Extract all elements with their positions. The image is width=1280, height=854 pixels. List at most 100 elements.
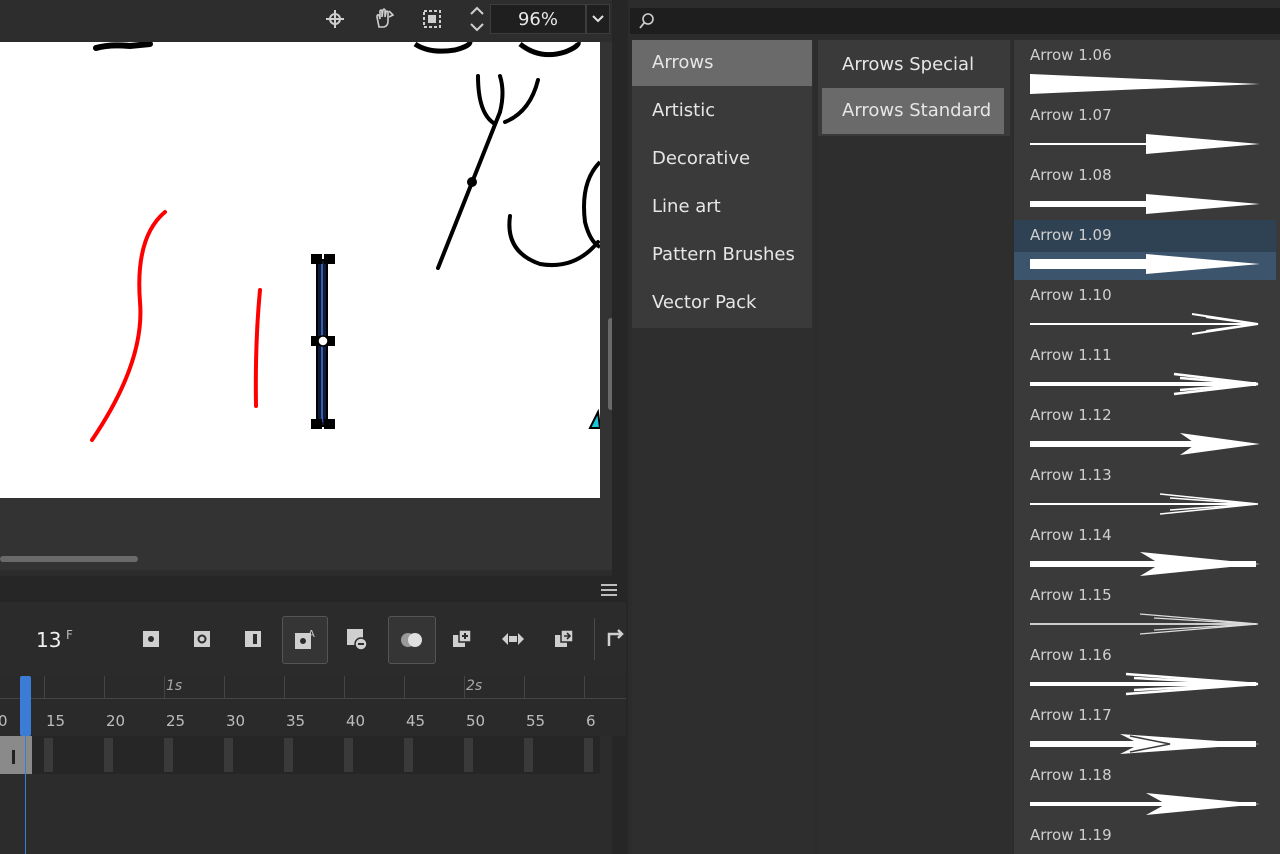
panel-menu-icon[interactable]: [600, 582, 618, 601]
center-stage-icon[interactable]: [322, 6, 348, 32]
clip-content-icon[interactable]: [419, 6, 445, 32]
insert-keyframe-button[interactable]: [136, 622, 166, 656]
search-icon: [638, 12, 656, 34]
brush-preview: [1014, 252, 1276, 280]
brush-item-label: Arrow 1.18: [1030, 766, 1112, 784]
keyframe-span[interactable]: [0, 736, 32, 774]
category-pattern-brushes[interactable]: Pattern Brushes: [632, 232, 812, 278]
brush-item[interactable]: Arrow 1.10: [1014, 280, 1276, 340]
category-vector-pack[interactable]: Vector Pack: [632, 280, 812, 326]
loop-icon[interactable]: [604, 622, 626, 656]
frame-tick-label: 40: [346, 712, 366, 730]
frame-tick-label: 15: [46, 712, 66, 730]
frame-tick-label: 25: [166, 712, 186, 730]
playhead[interactable]: [20, 676, 31, 736]
brush-item[interactable]: Arrow 1.08: [1014, 160, 1276, 220]
brush-item-label: Arrow 1.12: [1030, 406, 1112, 424]
brush-item-label: Arrow 1.16: [1030, 646, 1112, 664]
brush-preview: [1014, 612, 1276, 640]
frame-unit-label: F: [66, 628, 73, 642]
brush-item[interactable]: Arrow 1.11: [1014, 340, 1276, 400]
brush-item-label: Arrow 1.09: [1030, 226, 1112, 244]
brush-item[interactable]: Arrow 1.12: [1014, 400, 1276, 460]
brush-item-label: Arrow 1.14: [1030, 526, 1112, 544]
category-arrows[interactable]: Arrows: [632, 40, 812, 86]
zoom-stepper-icon[interactable]: [464, 6, 490, 32]
frame-tick-label: 45: [406, 712, 426, 730]
brush-preview: [1014, 672, 1276, 700]
brush-category-list: Arrows Artistic Decorative Line art Patt…: [632, 40, 814, 854]
brush-preview: [1014, 432, 1276, 460]
brush-item[interactable]: Arrow 1.06: [1014, 40, 1276, 100]
add-frame-layer-icon[interactable]: [448, 622, 478, 656]
brush-preview: [1014, 732, 1276, 760]
brush-subcategory-list: Arrows Special Arrows Standard: [818, 40, 1012, 854]
timeline-toolbar: 13 F A: [0, 602, 626, 676]
brush-item-label: Arrow 1.10: [1030, 286, 1112, 304]
frame-tick-label: 6: [586, 712, 596, 730]
brush-preview: [1014, 552, 1276, 580]
category-line-art[interactable]: Line art: [632, 184, 812, 230]
brush-item-label: Arrow 1.17: [1030, 706, 1112, 724]
frame-tick-label: 30: [226, 712, 246, 730]
insert-blank-keyframe-button[interactable]: [187, 622, 217, 656]
toolbar-separator: [594, 618, 595, 660]
brush-item-label: Arrow 1.08: [1030, 166, 1112, 184]
brush-preview: [1014, 132, 1276, 160]
brush-item[interactable]: Arrow 1.13: [1014, 460, 1276, 520]
brush-item[interactable]: Arrow 1.07: [1014, 100, 1276, 160]
center-frame-icon[interactable]: [498, 622, 528, 656]
horizontal-scrollbar[interactable]: [0, 556, 138, 562]
stage-toolbar: 96%: [0, 0, 612, 42]
frame-tick-label: 20: [106, 712, 126, 730]
brush-preview: [1014, 792, 1276, 820]
brush-item-label: Arrow 1.11: [1030, 346, 1112, 364]
auto-keyframe-button[interactable]: A: [282, 616, 328, 664]
second-label: 1s: [166, 678, 183, 694]
subcategory-arrows-standard[interactable]: Arrows Standard: [822, 88, 1004, 134]
current-frame-number[interactable]: 13: [36, 628, 61, 652]
frame-tick-label: 0: [0, 712, 8, 730]
stage-canvas[interactable]: [0, 42, 602, 498]
rotate-stage-icon[interactable]: [370, 6, 396, 32]
brush-item-label: Arrow 1.19: [1030, 826, 1112, 844]
brush-item[interactable]: Arrow 1.17: [1014, 700, 1276, 760]
brush-item-selected[interactable]: Arrow 1.09: [1014, 220, 1276, 280]
brush-preview: [1014, 192, 1276, 220]
brush-item-list: Arrow 1.06 Arrow 1.07 Arrow 1.08 Arrow 1…: [1014, 40, 1280, 854]
insert-classic-tween-button[interactable]: [342, 622, 372, 656]
brush-item-label: Arrow 1.07: [1030, 106, 1112, 124]
subcategory-arrows-special[interactable]: Arrows Special: [822, 42, 1004, 88]
brush-item-label: Arrow 1.13: [1030, 466, 1112, 484]
timeline-ruler[interactable]: 1s 2s 0 15 20 25 30 35 40 45 50 55 6: [0, 676, 626, 736]
playhead-line: [25, 736, 26, 854]
brush-preview: [1014, 72, 1276, 100]
insert-frame-button[interactable]: [238, 622, 268, 656]
second-label: 2s: [466, 678, 483, 694]
timeline-frames[interactable]: [0, 736, 600, 774]
brush-item[interactable]: Arrow 1.19: [1014, 820, 1276, 854]
category-artistic[interactable]: Artistic: [632, 88, 812, 134]
search-input[interactable]: [630, 8, 1280, 34]
category-decorative[interactable]: Decorative: [632, 136, 812, 182]
timeline-header: [0, 576, 626, 602]
brush-preview: [1014, 492, 1276, 520]
frame-tick-label: 35: [286, 712, 306, 730]
paste-frames-icon[interactable]: [550, 622, 580, 656]
drawing-strokes: [90, 42, 602, 442]
brush-item-label: Arrow 1.15: [1030, 586, 1112, 604]
onion-skin-button[interactable]: [388, 616, 436, 664]
stage-area: [0, 42, 612, 570]
brush-item[interactable]: Arrow 1.14: [1014, 520, 1276, 580]
frame-tick-label: 50: [466, 712, 486, 730]
brush-preview: [1014, 312, 1276, 340]
frame-tick-label: 55: [526, 712, 546, 730]
brush-item-label: Arrow 1.06: [1030, 46, 1112, 64]
brush-item[interactable]: Arrow 1.15: [1014, 580, 1276, 640]
brush-preview: [1014, 372, 1276, 400]
zoom-input[interactable]: 96%: [490, 4, 586, 34]
chevron-down-icon[interactable]: [586, 4, 610, 34]
svg-text:A: A: [308, 629, 315, 640]
brush-item[interactable]: Arrow 1.18: [1014, 760, 1276, 820]
brush-item[interactable]: Arrow 1.16: [1014, 640, 1276, 700]
